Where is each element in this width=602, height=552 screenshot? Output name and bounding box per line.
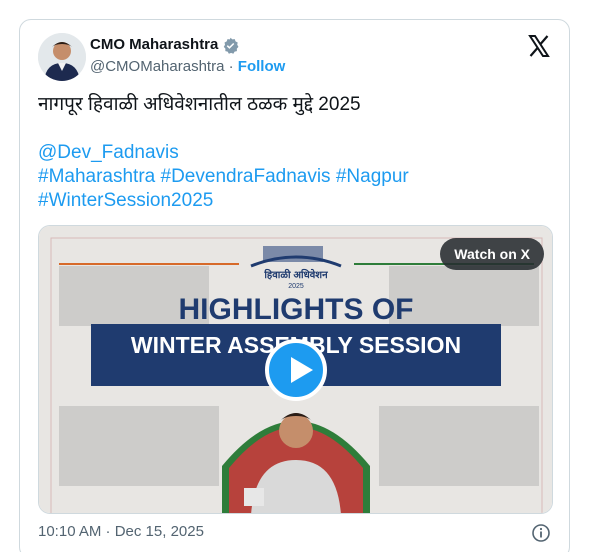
tweet-footer: 10:10 AM · Dec 15, 2025 bbox=[38, 523, 551, 543]
tweet-card: CMO Maharashtra @CMOMaharashtra · Follow… bbox=[19, 19, 570, 552]
tweet-body: नागपूर हिवाळी अधिवेशनातील ठळक मुद्दे 202… bbox=[38, 93, 551, 213]
display-name-text: CMO Maharashtra bbox=[90, 36, 219, 53]
hashtag-link[interactable]: #DevendraFadnavis bbox=[161, 166, 331, 187]
avatar-image bbox=[38, 33, 86, 81]
hashtag-line-2: #WinterSession2025 bbox=[38, 189, 551, 213]
watch-on-x-button[interactable]: Watch on X bbox=[440, 238, 544, 270]
headline-line-1: HIGHLIGHTS OF bbox=[179, 293, 414, 326]
info-icon[interactable] bbox=[531, 523, 551, 543]
mention-link[interactable]: @Dev_Fadnavis bbox=[38, 141, 551, 165]
separator-dot: · bbox=[228, 58, 234, 75]
timestamp[interactable]: 10:10 AM · Dec 15, 2025 bbox=[38, 523, 204, 540]
tweet-header: CMO Maharashtra @CMOMaharashtra · Follow bbox=[38, 33, 551, 83]
avatar[interactable] bbox=[38, 33, 86, 81]
hashtag-link[interactable]: #WinterSession2025 bbox=[38, 190, 213, 211]
emblem-year: 2025 bbox=[288, 283, 304, 290]
author-display-name[interactable]: CMO Maharashtra bbox=[90, 35, 285, 55]
x-logo-icon[interactable] bbox=[527, 34, 551, 58]
author-handle-row: @CMOMaharashtra · Follow bbox=[90, 57, 285, 77]
play-button[interactable] bbox=[265, 339, 327, 401]
hashtag-link[interactable]: #Maharashtra bbox=[38, 166, 155, 187]
tweet-title: नागपूर हिवाळी अधिवेशनातील ठळक मुद्दे 202… bbox=[38, 94, 361, 115]
emblem-caption: हिवाळी अधिवेशन bbox=[263, 268, 328, 281]
verified-badge-icon bbox=[224, 37, 239, 54]
author-info: CMO Maharashtra @CMOMaharashtra · Follow bbox=[90, 35, 285, 77]
author-handle[interactable]: @CMOMaharashtra bbox=[90, 58, 224, 75]
follow-button[interactable]: Follow bbox=[238, 58, 286, 75]
video-thumbnail[interactable]: हिवाळी अधिवेशन 2025 HIGHLIGHTS OF WINTER… bbox=[38, 225, 553, 514]
hashtag-line-1: #Maharashtra #DevendraFadnavis #Nagpur bbox=[38, 165, 551, 189]
hashtag-link[interactable]: #Nagpur bbox=[336, 166, 409, 187]
